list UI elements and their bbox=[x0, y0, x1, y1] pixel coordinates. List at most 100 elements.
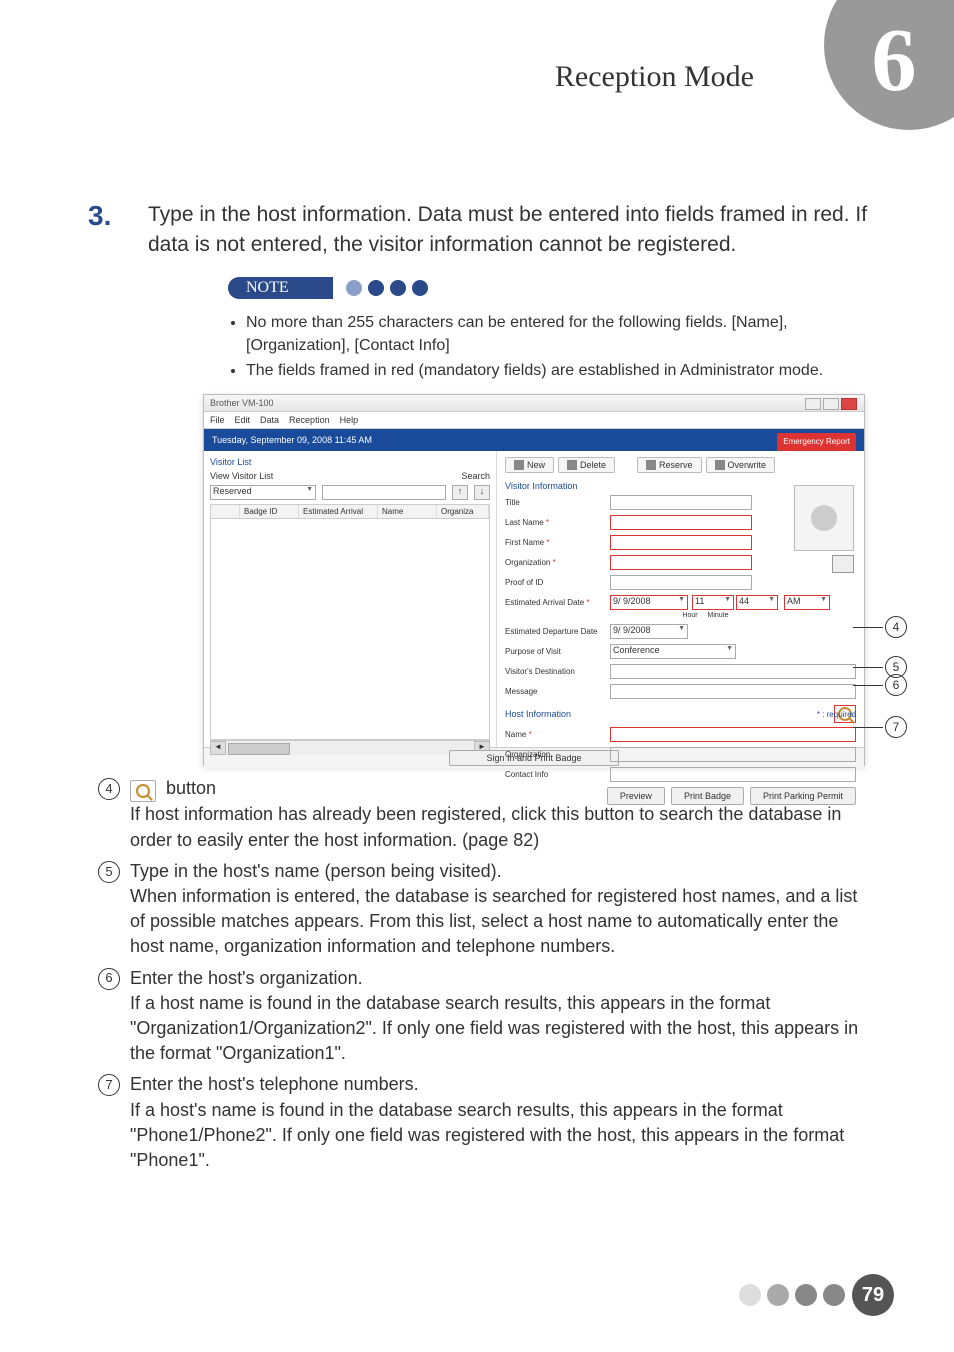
organization-input[interactable] bbox=[610, 555, 752, 570]
delete-button[interactable]: Delete bbox=[558, 457, 615, 473]
host-name-input[interactable] bbox=[610, 727, 856, 742]
col-arrival[interactable]: Estimated Arrival bbox=[299, 505, 378, 518]
explanation-list: 4 button If host information has already… bbox=[98, 776, 874, 1173]
menu-bar: File Edit Data Reception Help bbox=[204, 412, 864, 429]
form-toolbar: New Delete Reserve Overwrite bbox=[505, 457, 856, 473]
print-permit-button[interactable]: Print Parking Permit bbox=[750, 787, 856, 805]
col-organization[interactable]: Organiza bbox=[437, 505, 489, 518]
dot-icon bbox=[390, 280, 406, 296]
up-arrow-button[interactable]: ↑ bbox=[452, 485, 468, 500]
menu-reception[interactable]: Reception bbox=[289, 412, 330, 428]
dot-icon bbox=[823, 1284, 845, 1306]
proof-input[interactable] bbox=[610, 575, 752, 590]
title-input[interactable] bbox=[610, 495, 752, 510]
print-badge-button[interactable]: Print Badge bbox=[671, 787, 744, 805]
form-panel: New Delete Reserve Overwrite Visitor Inf… bbox=[497, 451, 864, 747]
lastname-input[interactable] bbox=[610, 515, 752, 530]
explain-7-body: If a host's name is found in the databas… bbox=[130, 1100, 844, 1170]
step-3: 3. Type in the host information. Data mu… bbox=[88, 200, 874, 261]
chapter-number: 6 bbox=[872, 9, 917, 112]
dot-icon bbox=[346, 280, 362, 296]
reserve-icon bbox=[646, 460, 656, 470]
overwrite-button[interactable]: Overwrite bbox=[706, 457, 776, 473]
arrival-label: Estimated Arrival Date bbox=[505, 598, 584, 607]
search-icon bbox=[136, 784, 150, 798]
explain-4-body: If host information has already been reg… bbox=[130, 804, 841, 849]
menu-data[interactable]: Data bbox=[260, 412, 279, 428]
firstname-label: First Name bbox=[505, 538, 544, 547]
app-window: Brother VM-100 File Edit Data Reception … bbox=[203, 394, 865, 766]
maximize-icon[interactable] bbox=[823, 398, 839, 410]
host-org-input[interactable] bbox=[610, 747, 856, 762]
screenshot-container: Brother VM-100 File Edit Data Reception … bbox=[203, 394, 863, 766]
camera-button[interactable] bbox=[832, 555, 854, 573]
explain-5: 5 Type in the host's name (person being … bbox=[98, 859, 874, 960]
minute-caption: Minute bbox=[704, 612, 732, 619]
callout-7: 7 bbox=[885, 716, 907, 738]
emergency-button[interactable]: Emergency Report bbox=[777, 433, 856, 451]
search-label: Search bbox=[461, 471, 490, 481]
dot-icon bbox=[412, 280, 428, 296]
lastname-label: Last Name bbox=[505, 518, 544, 527]
hour-caption: Hour bbox=[676, 612, 704, 619]
scroll-left-icon[interactable]: ◄ bbox=[210, 741, 226, 755]
photo-placeholder bbox=[794, 485, 854, 551]
menu-file[interactable]: File bbox=[210, 412, 225, 428]
destination-input[interactable] bbox=[610, 664, 856, 679]
explain-7: 7 Enter the host's telephone numbers. If… bbox=[98, 1072, 874, 1173]
proof-label: Proof of ID bbox=[505, 578, 610, 587]
horizontal-scrollbar[interactable]: ◄ ► bbox=[210, 740, 490, 755]
message-input[interactable] bbox=[610, 684, 856, 699]
down-arrow-button[interactable]: ↓ bbox=[474, 485, 490, 500]
view-list-label: View Visitor List bbox=[210, 471, 280, 481]
search-input[interactable] bbox=[322, 485, 446, 500]
minimize-icon[interactable] bbox=[805, 398, 821, 410]
purpose-select[interactable]: Conference bbox=[610, 644, 736, 659]
list-header: Badge ID Estimated Arrival Name Organiza bbox=[210, 504, 490, 519]
explain-4-title: button bbox=[166, 778, 216, 798]
arrival-date-select[interactable]: 9/ 9/2008 bbox=[610, 595, 688, 610]
new-button[interactable]: New bbox=[505, 457, 554, 473]
firstname-input[interactable] bbox=[610, 535, 752, 550]
reserve-button[interactable]: Reserve bbox=[637, 457, 702, 473]
required-note: * : required bbox=[817, 710, 856, 719]
host-name-label: Name bbox=[505, 730, 526, 739]
callout-4: 4 bbox=[885, 616, 907, 638]
preview-button[interactable]: Preview bbox=[607, 787, 665, 805]
note-pill: NOTE bbox=[228, 275, 431, 301]
host-contact-input[interactable] bbox=[610, 767, 856, 782]
chapter-number-bubble: 6 bbox=[824, 0, 954, 130]
step-number: 3. bbox=[88, 200, 148, 232]
page-header: Reception Mode 6 bbox=[0, 0, 954, 140]
status-datetime: Tuesday, September 09, 2008 11:45 AM bbox=[212, 429, 372, 451]
explain-6-body: If a host name is found in the database … bbox=[130, 993, 858, 1063]
destination-label: Visitor's Destination bbox=[505, 667, 610, 676]
note-item: No more than 255 characters can be enter… bbox=[246, 311, 874, 357]
close-icon[interactable] bbox=[841, 398, 857, 410]
arrival-ampm-select[interactable]: AM bbox=[784, 595, 830, 610]
view-list-select[interactable]: Reserved bbox=[210, 485, 316, 500]
departure-date-select[interactable]: 9/ 9/2008 bbox=[610, 624, 688, 639]
explain-6-title: Enter the host's organization. bbox=[130, 968, 363, 988]
dot-icon bbox=[368, 280, 384, 296]
dot-icon bbox=[767, 1284, 789, 1306]
note-label: NOTE bbox=[228, 277, 333, 299]
visitor-list-heading: Visitor List bbox=[210, 457, 490, 467]
departure-label: Estimated Departure Date bbox=[505, 627, 610, 636]
marker-7: 7 bbox=[98, 1074, 120, 1096]
menu-help[interactable]: Help bbox=[340, 412, 359, 428]
scroll-thumb[interactable] bbox=[228, 743, 290, 755]
col-badge[interactable]: Badge ID bbox=[240, 505, 299, 518]
arrival-hour-select[interactable]: 11 bbox=[692, 595, 734, 610]
callout-6: 6 bbox=[885, 674, 907, 696]
new-icon bbox=[514, 460, 524, 470]
button-row: Preview Print Badge Print Parking Permit bbox=[505, 787, 856, 805]
note-list: No more than 255 characters can be enter… bbox=[228, 311, 874, 383]
delete-icon bbox=[567, 460, 577, 470]
arrival-minute-select[interactable]: 44 bbox=[736, 595, 778, 610]
menu-edit[interactable]: Edit bbox=[235, 412, 251, 428]
col-name[interactable]: Name bbox=[378, 505, 437, 518]
dot-icon bbox=[739, 1284, 761, 1306]
list-body[interactable] bbox=[210, 519, 490, 740]
host-org-label: Organization bbox=[505, 750, 610, 759]
